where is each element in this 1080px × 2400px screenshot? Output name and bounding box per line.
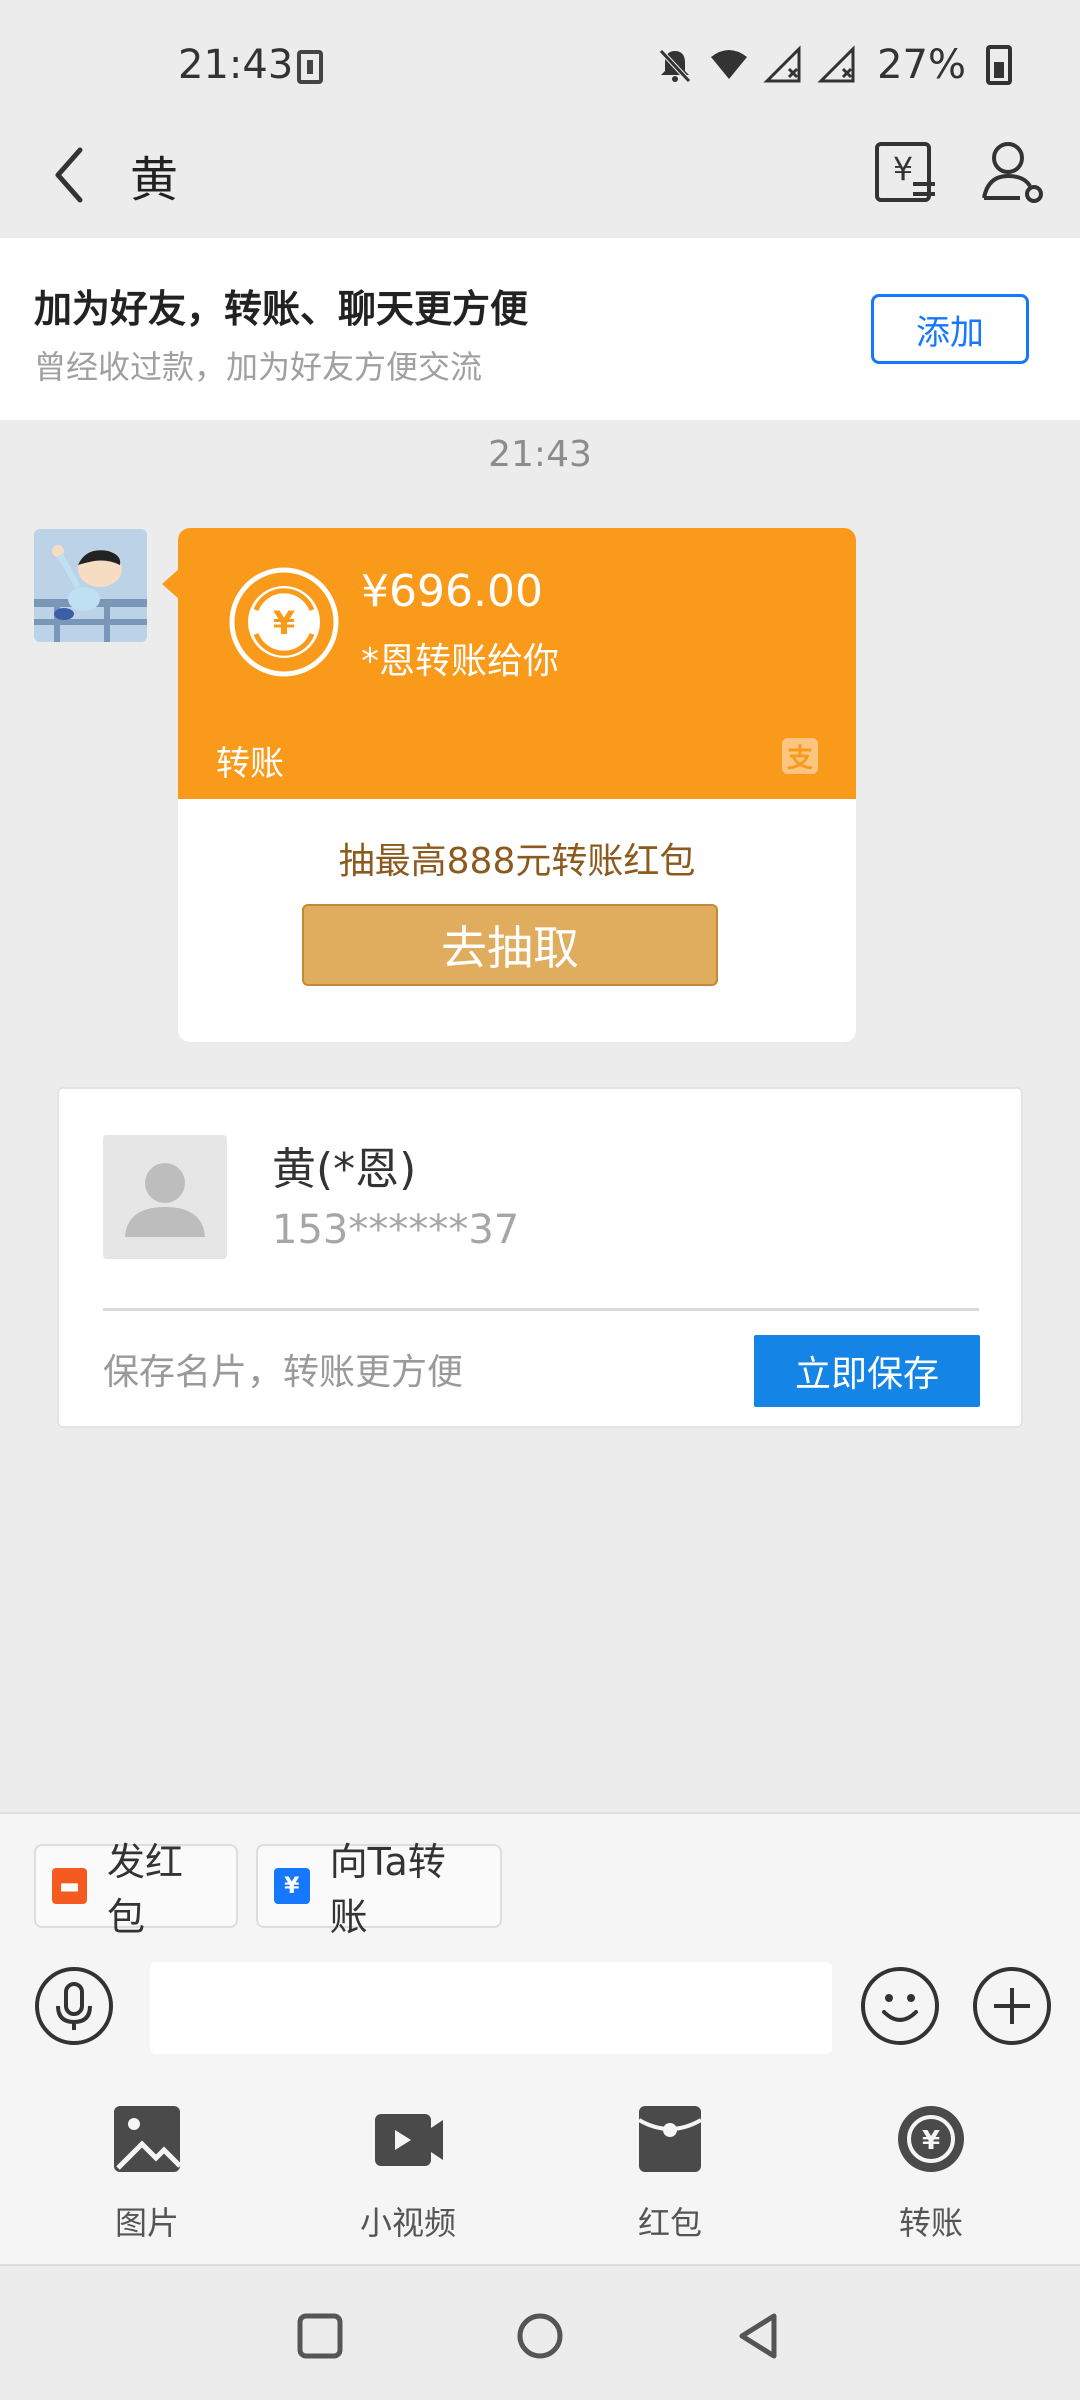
bell-off-icon: [659, 49, 691, 83]
microphone-icon[interactable]: [34, 1966, 114, 2046]
wifi-icon: [711, 50, 748, 79]
add-friend-banner: 加为好友，转账、聊天更方便 曾经收过款，加为好友方便交流 添加: [0, 238, 1080, 420]
message-input[interactable]: [150, 1962, 832, 2054]
transfer-card[interactable]: ¥ ¥696.00 *恩转账给你 转账 支 抽最高888元转账红包 去抽取: [178, 528, 856, 1042]
save-contact-button[interactable]: 立即保存: [754, 1335, 980, 1407]
toolbar-label: 小视频: [359, 2204, 456, 2242]
recent-apps-icon[interactable]: [290, 2306, 350, 2366]
chat-input-panel: ▬ 发红包 ¥ 向Ta转账 图片 小视频 红包 ¥ 转账: [0, 1812, 1080, 2264]
download-icon: [297, 50, 323, 84]
video-icon: [375, 2114, 443, 2166]
banner-subtitle: 曾经收过款，加为好友方便交流: [34, 348, 483, 386]
transfer-amount: ¥696.00: [361, 566, 543, 617]
contact-card: 黄(*恩) 153******37 保存名片，转账更方便 立即保存: [57, 1087, 1023, 1428]
divider: [103, 1308, 979, 1311]
toolbar-image[interactable]: 图片: [67, 2104, 227, 2244]
transfer-label: 转账: [216, 744, 284, 784]
red-packet-icon: [637, 2106, 703, 2172]
toolbar-transfer[interactable]: ¥ 转账: [851, 2104, 1011, 2244]
signal-icon: [817, 45, 855, 83]
contact-name: 黄(*恩): [272, 1144, 417, 1195]
system-nav-bar: [0, 2264, 1080, 2400]
draw-button[interactable]: 去抽取: [302, 904, 718, 986]
contact-avatar-icon: [103, 1135, 227, 1259]
user-profile-icon[interactable]: [980, 138, 1044, 206]
plus-icon[interactable]: [972, 1966, 1052, 2046]
status-bar: 21:43 27%: [0, 0, 1080, 110]
transfer-icon: ¥: [898, 2106, 964, 2172]
transfer-to-ta-chip[interactable]: ¥ 向Ta转账: [256, 1840, 502, 1939]
chip-label: 发红包: [107, 1840, 184, 1939]
svg-text:¥: ¥: [922, 2126, 940, 2156]
status-icons: 27%: [655, 42, 1012, 88]
toolbar-red-packet[interactable]: 红包: [590, 2104, 750, 2244]
emoji-icon[interactable]: [860, 1966, 940, 2046]
toolbar-label: 图片: [114, 2204, 179, 2242]
send-red-packet-chip[interactable]: ▬ 发红包: [34, 1840, 238, 1939]
toolbar-label: 转账: [898, 2204, 963, 2242]
svg-text:¥: ¥: [893, 150, 913, 188]
transfer-note: *恩转账给你: [361, 641, 560, 682]
promo-text: 抽最高888元转账红包: [338, 841, 696, 882]
home-icon[interactable]: [510, 2306, 570, 2366]
bill-icon[interactable]: ¥: [873, 138, 937, 206]
toolbar-video[interactable]: 小视频: [328, 2104, 488, 2244]
transfer-card-header: ¥ ¥696.00 *恩转账给你 转账 支: [178, 528, 856, 799]
message-timestamp: 21:43: [488, 434, 592, 475]
chat-header: 黄 ¥: [0, 110, 1080, 238]
avatar-image: [34, 529, 147, 642]
avatar[interactable]: [34, 529, 147, 642]
battery-charging-icon: [986, 45, 1012, 85]
save-tip: 保存名片，转账更方便: [103, 1352, 464, 1393]
back-arrow-icon[interactable]: [44, 140, 104, 210]
contact-phone: 153******37: [272, 1207, 520, 1253]
red-packet-icon: ▬: [52, 1868, 88, 1904]
chip-label: 向Ta转账: [329, 1840, 446, 1939]
transfer-card-icon: ¥: [274, 1868, 310, 1904]
alipay-icon: 支: [782, 738, 818, 774]
toolbar-label: 红包: [637, 2204, 702, 2242]
svg-text:¥: ¥: [273, 604, 295, 642]
status-time: 21:43: [178, 42, 294, 88]
battery-percent: 27%: [877, 42, 966, 88]
add-friend-button[interactable]: 添加: [871, 294, 1029, 364]
transfer-circle-icon: ¥: [229, 567, 339, 677]
banner-title: 加为好友，转账、聊天更方便: [34, 287, 529, 331]
back-icon[interactable]: [730, 2306, 790, 2366]
signal-icon: [763, 45, 801, 83]
page-title: 黄: [130, 152, 179, 208]
image-icon: [114, 2106, 182, 2172]
